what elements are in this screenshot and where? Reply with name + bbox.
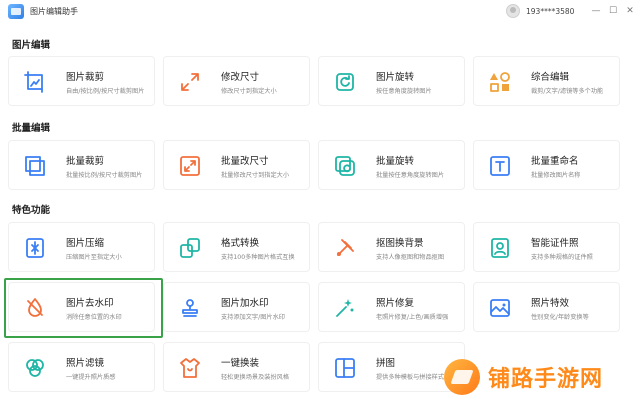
- watermark-text: 铺路手游网: [488, 366, 604, 392]
- batch-resize-icon: [178, 154, 202, 178]
- feature-card-batch-rotate[interactable]: 批量旋转批量按任意角度旋转图片: [318, 140, 465, 190]
- feature-card-title: 照片修复: [376, 298, 415, 309]
- feature-card-title: 图片旋转: [376, 72, 415, 83]
- close-button[interactable]: ✕: [624, 4, 636, 18]
- feature-card-edit-shapes[interactable]: 综合编辑裁剪/文字/滤镜等多个功能: [473, 56, 620, 106]
- feature-card-title: 修改尺寸: [221, 72, 260, 83]
- feature-card-desc: 自由/按比例/按尺寸裁剪图片: [66, 88, 145, 95]
- feature-card-title: 图片加水印: [221, 298, 269, 309]
- feature-card-filter[interactable]: 照片滤镜一键提升照片质感: [8, 342, 155, 392]
- title-bar: 图片编辑助手 193****3580 — ☐ ✕: [0, 0, 640, 24]
- batch-crop-icon: [23, 154, 47, 178]
- section-title-batch-edit: 批量编辑: [12, 123, 51, 134]
- feature-card-desc: 支持100多种图片格式互换: [221, 254, 295, 261]
- add-watermark-icon: [178, 296, 202, 320]
- feature-card-resize[interactable]: 修改尺寸修改尺寸到指定大小: [163, 56, 310, 106]
- feature-card-desc: 裁剪/文字/滤镜等多个功能: [531, 88, 604, 95]
- feature-card-title: 综合编辑: [531, 72, 570, 83]
- rotate-icon: [333, 70, 357, 94]
- filter-icon: [23, 356, 47, 380]
- feature-card-desc: 压缩图片至指定大小: [66, 254, 122, 261]
- batch-rename-icon: [488, 154, 512, 178]
- feature-card-desc: 一键提升照片质感: [66, 374, 116, 381]
- highlight-box: [4, 278, 163, 338]
- feature-card-desc: 批量修改尺寸到指定大小: [221, 172, 290, 179]
- site-watermark: 铺路手游网: [444, 352, 640, 401]
- feature-card-crop[interactable]: 图片裁剪自由/按比例/按尺寸裁剪图片: [8, 56, 155, 106]
- minimize-button[interactable]: —: [590, 4, 602, 18]
- feature-card-outfit[interactable]: 一键换装轻松更换场景及装扮风格: [163, 342, 310, 392]
- watermark-logo-icon: [444, 358, 480, 395]
- feature-card-desc: 批量按任意角度旋转图片: [376, 172, 445, 179]
- section-title-image-edit: 图片编辑: [12, 40, 51, 51]
- feature-card-desc: 性别变化/年龄变换等: [531, 314, 589, 321]
- feature-card-desc: 支持人像抠图和物品抠图: [376, 254, 445, 261]
- feature-card-title: 格式转换: [221, 238, 260, 249]
- feature-card-compress[interactable]: 图片压缩压缩图片至指定大小: [8, 222, 155, 272]
- feature-card-title: 照片特效: [531, 298, 570, 309]
- feature-card-desc: 按任意角度旋转图片: [376, 88, 432, 95]
- feature-card-desc: 修改尺寸到指定大小: [221, 88, 277, 95]
- feature-card-desc: 批量按比例/按尺寸裁剪图片: [66, 172, 143, 179]
- id-photo-icon: [488, 236, 512, 260]
- feature-card-title: 图片压缩: [66, 238, 105, 249]
- feature-card-add-watermark[interactable]: 图片加水印支持添加文字/图片水印: [163, 282, 310, 332]
- feature-card-batch-rename[interactable]: 批量重命名批量修改图片名称: [473, 140, 620, 190]
- feature-card-collage[interactable]: 拼图 提供多种模板与拼接样式: [318, 342, 465, 392]
- feature-card-desc: 支持多种规格的证件照: [531, 254, 593, 261]
- feature-card-desc: 支持添加文字/图片水印: [221, 314, 285, 321]
- compress-icon: [23, 236, 47, 260]
- section-title-features: 特色功能: [12, 205, 51, 216]
- repair-icon: [333, 296, 357, 320]
- feature-card-title: 批量裁剪: [66, 156, 105, 167]
- feature-card-title: 批量重命名: [531, 156, 579, 167]
- feature-card-id-photo[interactable]: 智能证件照支持多种规格的证件照: [473, 222, 620, 272]
- outfit-icon: [178, 356, 202, 380]
- resize-icon: [178, 70, 202, 94]
- feature-card-repair[interactable]: 照片修复老照片修复/上色/画质增强: [318, 282, 465, 332]
- app-logo-icon: [8, 4, 24, 19]
- avatar[interactable]: [506, 4, 520, 18]
- feature-card-title: 照片滤镜: [66, 358, 105, 369]
- feature-card-desc: 批量修改图片名称: [531, 172, 581, 179]
- feature-card-title: 一键换装: [221, 358, 260, 369]
- user-account[interactable]: 193****3580: [506, 4, 574, 18]
- user-name[interactable]: 193****3580: [526, 7, 574, 16]
- feature-card-title: 批量改尺寸: [221, 156, 269, 167]
- feature-card-cutout[interactable]: 抠图换背景支持人像抠图和物品抠图: [318, 222, 465, 272]
- feature-card-title: 批量旋转: [376, 156, 415, 167]
- cutout-icon: [333, 236, 357, 260]
- feature-card-effects[interactable]: 照片特效性别变化/年龄变换等: [473, 282, 620, 332]
- feature-card-convert[interactable]: 格式转换支持100多种图片格式互换: [163, 222, 310, 272]
- feature-card-title: 图片裁剪: [66, 72, 105, 83]
- feature-card-batch-crop[interactable]: 批量裁剪批量按比例/按尺寸裁剪图片: [8, 140, 155, 190]
- feature-card-batch-resize[interactable]: 批量改尺寸批量修改尺寸到指定大小: [163, 140, 310, 190]
- maximize-button[interactable]: ☐: [607, 4, 619, 18]
- feature-card-rotate[interactable]: 图片旋转按任意角度旋转图片: [318, 56, 465, 106]
- feature-card-desc: 老照片修复/上色/画质增强: [376, 314, 449, 321]
- feature-card-desc: 轻松更换场景及装扮风格: [221, 374, 290, 381]
- batch-rotate-icon: [333, 154, 357, 178]
- feature-card-title: 智能证件照: [531, 238, 579, 249]
- crop-icon: [23, 70, 47, 94]
- collage-icon: [333, 356, 357, 380]
- feature-card-title: 拼图: [376, 358, 396, 369]
- app-title: 图片编辑助手: [30, 7, 78, 16]
- convert-icon: [178, 236, 202, 260]
- feature-card-title: 抠图换背景: [376, 238, 424, 249]
- edit-shapes-icon: [488, 70, 512, 94]
- effects-icon: [488, 296, 512, 320]
